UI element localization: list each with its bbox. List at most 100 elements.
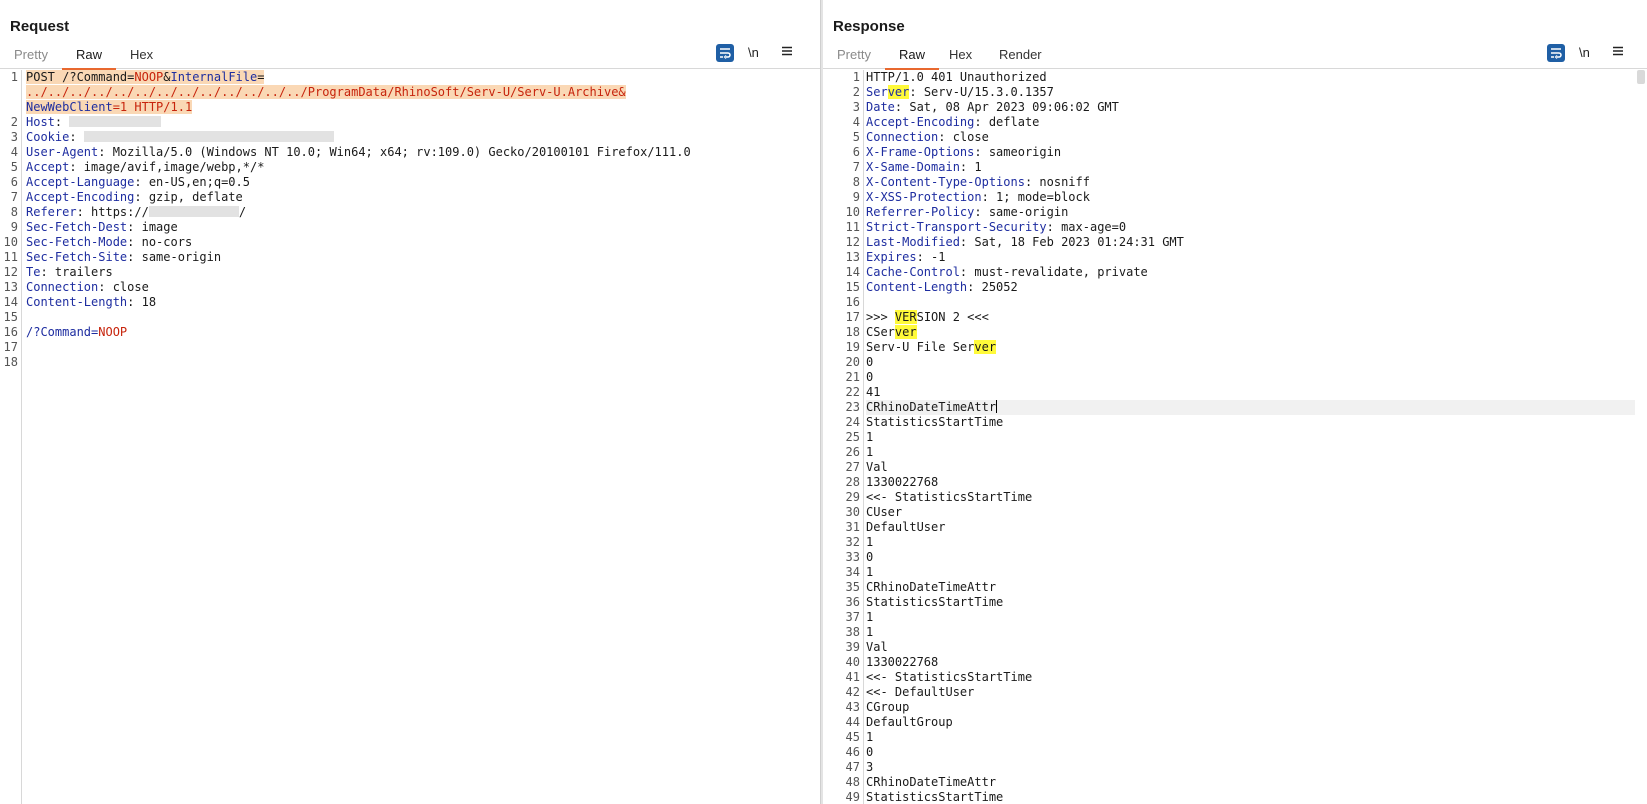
response-tab-hex[interactable]: Hex — [935, 47, 986, 68]
redacted-value — [69, 116, 162, 127]
header-key: Accept-Encoding — [26, 190, 135, 204]
body-text: 1 — [866, 535, 874, 549]
body-text: 1 — [866, 625, 874, 639]
body-text: 1 — [866, 610, 874, 624]
code-line: 1 — [866, 535, 1635, 550]
request-wrap-button[interactable] — [716, 44, 734, 62]
line-number: 15 — [845, 280, 860, 294]
request-menu-button[interactable] — [780, 44, 794, 62]
header-value: : en-US,en;q=0.5 — [134, 175, 250, 189]
response-editor[interactable]: 1 2 3 4 5 6 7 8 9 10 11 12 13 14 15 16 17 18 19 20 21 22 23 24 2… — [823, 70, 1647, 804]
response-tab-pretty[interactable]: Pretty — [823, 47, 885, 68]
code-line: Serv-U File Server — [866, 340, 1635, 355]
line-number: 46 — [845, 745, 860, 759]
search-match: ver — [974, 340, 997, 354]
line-number: 16 — [3, 325, 18, 339]
line-number: 2 — [852, 85, 860, 99]
request-editor[interactable]: 1 2 3 4 5 6 7 8 9 10 11 12 13 14 15 16 17 18 POST /?Comma… — [0, 70, 820, 804]
line-number: 26 — [845, 445, 860, 459]
line-number: 3 — [852, 100, 860, 114]
line-number: 15 — [3, 310, 18, 324]
header-key: User-Agent — [26, 145, 99, 159]
header-key: Date — [866, 100, 895, 114]
code-line: POST /?Command=NOOP&InternalFile= — [26, 70, 820, 85]
line-number: 35 — [845, 580, 860, 594]
request-tab-hex[interactable]: Hex — [116, 47, 167, 68]
code-line: Sec-Fetch-Mode: no-cors — [26, 235, 820, 250]
body-text: 1 — [866, 565, 874, 579]
line-number: 44 — [845, 715, 860, 729]
header-key: X-Frame-Options — [866, 145, 975, 159]
code-line: ../../../../../../../../../../../../../P… — [26, 85, 820, 100]
code-line: /?Command=NOOP — [26, 325, 820, 340]
line-number: 23 — [845, 400, 860, 414]
header-value: : 25052 — [967, 280, 1018, 294]
header-key: Content-Length — [26, 295, 128, 309]
code-line: X-Same-Domain: 1 — [866, 160, 1635, 175]
request-pane: Request Pretty Raw Hex \n 1 2 3 4 5 6 7 8 9 10 11 1… — [0, 0, 820, 804]
code-line: HTTP/1.0 401 Unauthorized — [866, 70, 1635, 85]
header-key: Sec-Fetch-Mode — [26, 235, 128, 249]
body-text: DefaultUser — [866, 520, 946, 534]
header-value: : Sat, 08 Apr 2023 09:06:02 GMT — [894, 100, 1119, 114]
body-text: >>> — [866, 310, 895, 324]
code-line: Content-Length: 18 — [26, 295, 820, 310]
code-line: <<- StatisticsStartTime — [866, 670, 1635, 685]
response-newline-toggle[interactable]: \n — [1579, 44, 1590, 62]
body-text: SION 2 <<< — [916, 310, 989, 324]
header-value: : nosniff — [1024, 175, 1090, 189]
response-tab-raw[interactable]: Raw — [885, 47, 940, 70]
line-number: 1 — [852, 70, 860, 84]
code-line: >>> VERSION 2 <<< — [866, 310, 1635, 325]
header-value: : same-origin — [127, 250, 222, 264]
line-number — [0, 100, 21, 115]
param-value: NOOP — [134, 70, 164, 84]
line-number: 22 — [845, 385, 860, 399]
body-text: 0 — [866, 355, 874, 369]
code-line: Sec-Fetch-Dest: image — [26, 220, 820, 235]
request-newline-toggle[interactable]: \n — [748, 44, 759, 62]
line-number: 27 — [845, 460, 860, 474]
response-tab-render[interactable]: Render — [985, 47, 1056, 68]
line-number: 4 — [852, 115, 860, 129]
code-line: CRhinoDateTimeAttr — [866, 580, 1635, 595]
response-wrap-button[interactable] — [1547, 44, 1565, 62]
code-line: CRhinoDateTimeAttr — [866, 775, 1635, 790]
response-menu-button[interactable] — [1611, 44, 1625, 62]
line-number: 10 — [845, 205, 860, 219]
line-number: 5 — [10, 160, 18, 174]
body-text: <<- DefaultUser — [866, 685, 975, 699]
header-value: : close — [938, 130, 989, 144]
line-number: 41 — [845, 670, 860, 684]
code-line: 41 — [866, 385, 1635, 400]
line-number: 8 — [10, 205, 18, 219]
line-number: 24 — [845, 415, 860, 429]
line-number: 14 — [3, 295, 18, 309]
code-line: Content-Length: 25052 — [866, 280, 1635, 295]
line-number: 49 — [845, 790, 860, 804]
line-number: 3 — [10, 130, 18, 144]
body-text: StatisticsStartTime — [866, 790, 1004, 804]
line-number: 8 — [852, 175, 860, 189]
body-text: 0 — [866, 550, 874, 564]
body-text: Serv-U File Ser — [866, 340, 975, 354]
param-key: NewWebClient — [26, 100, 113, 114]
line-number: 37 — [845, 610, 860, 624]
code-line: Val — [866, 460, 1635, 475]
code-line: Host: — [26, 115, 820, 130]
header-key: X-Same-Domain — [866, 160, 960, 174]
header-key: Referrer-Policy — [866, 205, 975, 219]
header-value: : 1; mode=block — [981, 190, 1090, 204]
body-text: CRhinoDateTimeAttr — [866, 775, 997, 789]
header-value: : image/avif,image/webp,*/* — [69, 160, 265, 174]
code-line: Accept: image/avif,image/webp,*/* — [26, 160, 820, 175]
header-value: : image — [127, 220, 178, 234]
code-line: Connection: close — [866, 130, 1635, 145]
body-text: CSer — [866, 325, 895, 339]
request-tab-pretty[interactable]: Pretty — [0, 47, 62, 68]
code-line: CUser — [866, 505, 1635, 520]
response-scrollbar[interactable] — [1637, 70, 1645, 84]
line-number: 17 — [845, 310, 860, 324]
request-tab-raw[interactable]: Raw — [62, 47, 117, 70]
status-line: HTTP/1.0 401 Unauthorized — [866, 70, 1047, 84]
